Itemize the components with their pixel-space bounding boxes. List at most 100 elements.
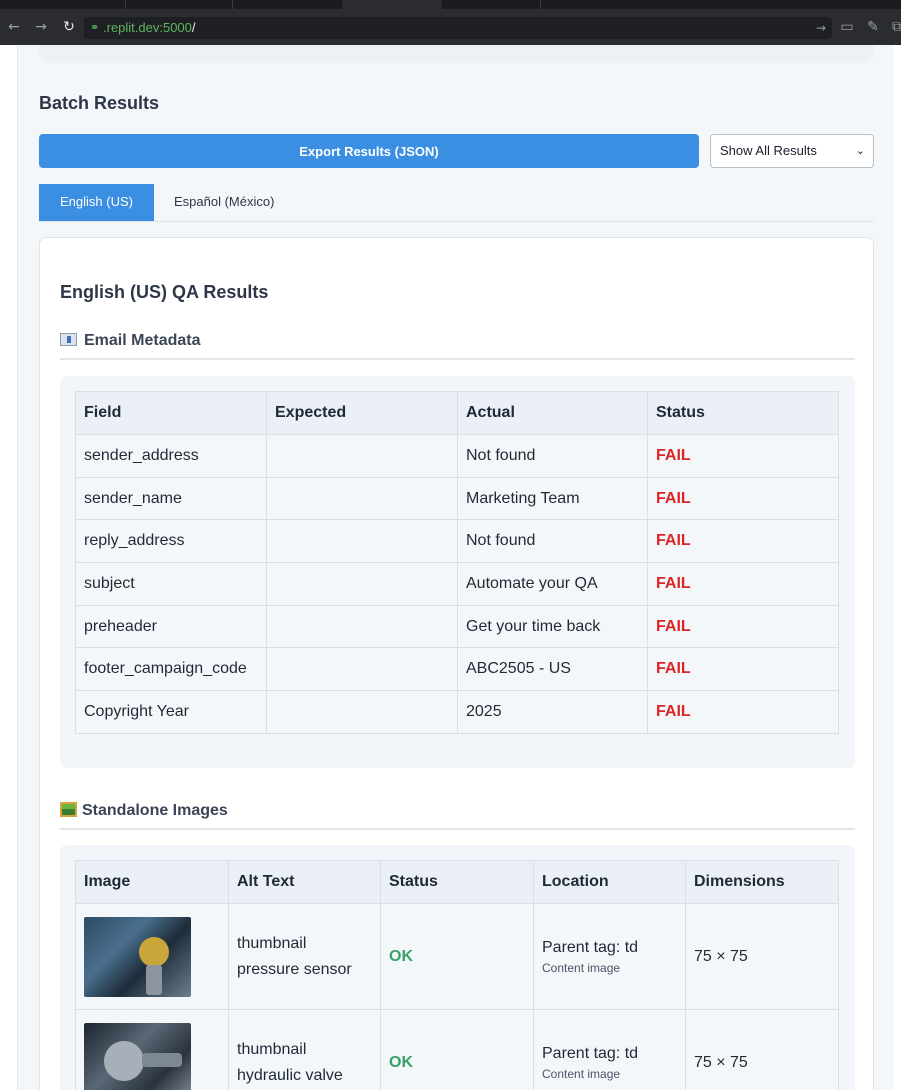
alt-text-line: hydraulic valve <box>237 1066 343 1084</box>
actual-cell: 2025 <box>457 690 648 734</box>
external-icon[interactable]: ⧉ <box>888 18 901 36</box>
field-cell: sender_address <box>75 434 267 478</box>
email-icon <box>60 333 77 346</box>
expected-cell <box>266 562 458 606</box>
column-header: Location <box>533 860 686 904</box>
status-cell: FAIL <box>647 519 839 564</box>
results-panel: Batch Results Export Results (JSON) Show… <box>17 45 894 1090</box>
field-cell: preheader <box>75 604 267 649</box>
image-cell <box>75 903 229 1010</box>
browser-toolbar: ← → ↻ ⚭ .replit.dev:5000/ → ▭ ✎ ⧉ <box>0 9 901 45</box>
results-filter-value: Show All Results <box>720 143 817 158</box>
status-cell: FAIL <box>647 647 839 692</box>
metadata-table-container: Field Expected Actual Status sender_addr… <box>60 376 855 768</box>
location-cell: Parent tag: td Content image <box>533 1009 686 1090</box>
export-results-button[interactable]: Export Results (JSON) <box>39 134 699 168</box>
hydraulic-valve-thumbnail <box>84 1022 191 1090</box>
devices-icon[interactable]: ▭ <box>838 18 856 36</box>
previous-section-bottom <box>39 45 874 63</box>
actual-cell: Automate your QA <box>457 562 648 606</box>
alt-text-line: thumbnail <box>237 1040 307 1058</box>
tab-divider <box>540 0 541 9</box>
table-row: reply_address Not found FAIL <box>75 519 839 564</box>
sensor-stem-shape <box>146 964 162 995</box>
alt-text-cell: thumbnail pressure sensor <box>228 903 381 1010</box>
field-cell: subject <box>75 562 267 606</box>
alt-text-cell: thumbnail hydraulic valve <box>228 1009 381 1090</box>
expected-cell <box>266 604 458 649</box>
expected-cell <box>266 519 458 564</box>
section-divider <box>60 828 855 830</box>
browser-active-tab[interactable] <box>342 0 442 9</box>
address-url: .replit.dev:5000/ <box>103 20 196 35</box>
results-filter-select[interactable]: Show All Results ⌄ <box>710 134 874 168</box>
status-cell: FAIL <box>647 690 839 734</box>
table-row: sender_name Marketing Team FAIL <box>75 476 839 521</box>
status-cell: FAIL <box>647 604 839 649</box>
column-header: Alt Text <box>228 860 381 904</box>
table-row: preheader Get your time back FAIL <box>75 604 839 649</box>
column-header: Dimensions <box>685 860 839 904</box>
table-row: thumbnail hydraulic valve OK Parent tag:… <box>75 1009 839 1090</box>
section-divider <box>60 358 855 360</box>
email-metadata-heading: Email Metadata <box>60 332 200 350</box>
table-row: thumbnail pressure sensor OK Parent tag:… <box>75 903 839 1010</box>
tab-espanol-mexico[interactable]: Español (México) <box>154 184 294 221</box>
expected-cell <box>266 434 458 478</box>
field-cell: footer_campaign_code <box>75 647 267 692</box>
alt-text-line: pressure sensor <box>237 960 352 978</box>
location-text: Parent tag: td <box>542 938 639 956</box>
actual-cell: Get your time back <box>457 604 648 649</box>
page: Batch Results Export Results (JSON) Show… <box>0 45 901 1090</box>
table-row: Copyright Year 2025 FAIL <box>75 690 839 734</box>
expected-cell <box>266 690 458 734</box>
column-header: Expected <box>266 391 458 435</box>
pressure-sensor-thumbnail <box>84 916 191 997</box>
dimensions-cell: 75 × 75 <box>685 1009 839 1090</box>
expected-cell <box>266 647 458 692</box>
dimensions-cell: 75 × 75 <box>685 903 839 1010</box>
location-text: Parent tag: td <box>542 1044 639 1062</box>
expected-cell <box>266 476 458 521</box>
batch-results-title: Batch Results <box>39 93 160 113</box>
address-bar[interactable]: ⚭ .replit.dev:5000/ → <box>84 17 832 39</box>
column-header: Status <box>647 391 839 435</box>
table-row: subject Automate your QA FAIL <box>75 562 839 606</box>
images-table-container: Image Alt Text Status Location Dimension… <box>60 845 855 1090</box>
column-header: Status <box>380 860 534 904</box>
field-cell: Copyright Year <box>75 690 267 734</box>
alt-text-line: thumbnail <box>237 934 307 952</box>
browser-tabstrip <box>0 0 901 9</box>
tab-english-us[interactable]: English (US) <box>39 184 154 221</box>
actual-cell: Marketing Team <box>457 476 648 521</box>
reload-icon[interactable]: ↻ <box>60 18 78 36</box>
status-cell: OK <box>380 1009 534 1090</box>
status-cell: FAIL <box>647 434 839 478</box>
wrench-icon[interactable]: ✎ <box>864 18 882 36</box>
sensor-gauge-shape <box>139 936 169 967</box>
column-header: Actual <box>457 391 648 435</box>
link-icon: ⚭ <box>90 21 100 34</box>
status-cell: FAIL <box>647 562 839 606</box>
go-arrow-icon[interactable]: → <box>816 20 826 36</box>
back-arrow-icon[interactable]: ← <box>5 18 23 36</box>
actual-cell: Not found <box>457 434 648 478</box>
location-cell: Parent tag: td Content image <box>533 903 686 1010</box>
tab-divider <box>232 0 233 9</box>
actual-cell: Not found <box>457 519 648 564</box>
status-cell: OK <box>380 903 534 1010</box>
field-cell: sender_name <box>75 476 267 521</box>
images-table: Image Alt Text Status Location Dimension… <box>75 860 839 1090</box>
forward-arrow-icon[interactable]: → <box>32 18 50 36</box>
picture-icon <box>60 802 77 817</box>
qa-results-title: English (US) QA Results <box>60 282 269 302</box>
column-header: Field <box>75 391 267 435</box>
image-cell <box>75 1009 229 1090</box>
tab-divider <box>125 0 126 9</box>
column-header: Image <box>75 860 229 904</box>
field-cell: reply_address <box>75 519 267 564</box>
actual-cell: ABC2505 - US <box>457 647 648 692</box>
qa-results-card: English (US) QA Results Email Metadata F… <box>39 237 874 1090</box>
metadata-table: Field Expected Actual Status sender_addr… <box>75 391 839 734</box>
table-row: sender_address Not found FAIL <box>75 434 839 478</box>
